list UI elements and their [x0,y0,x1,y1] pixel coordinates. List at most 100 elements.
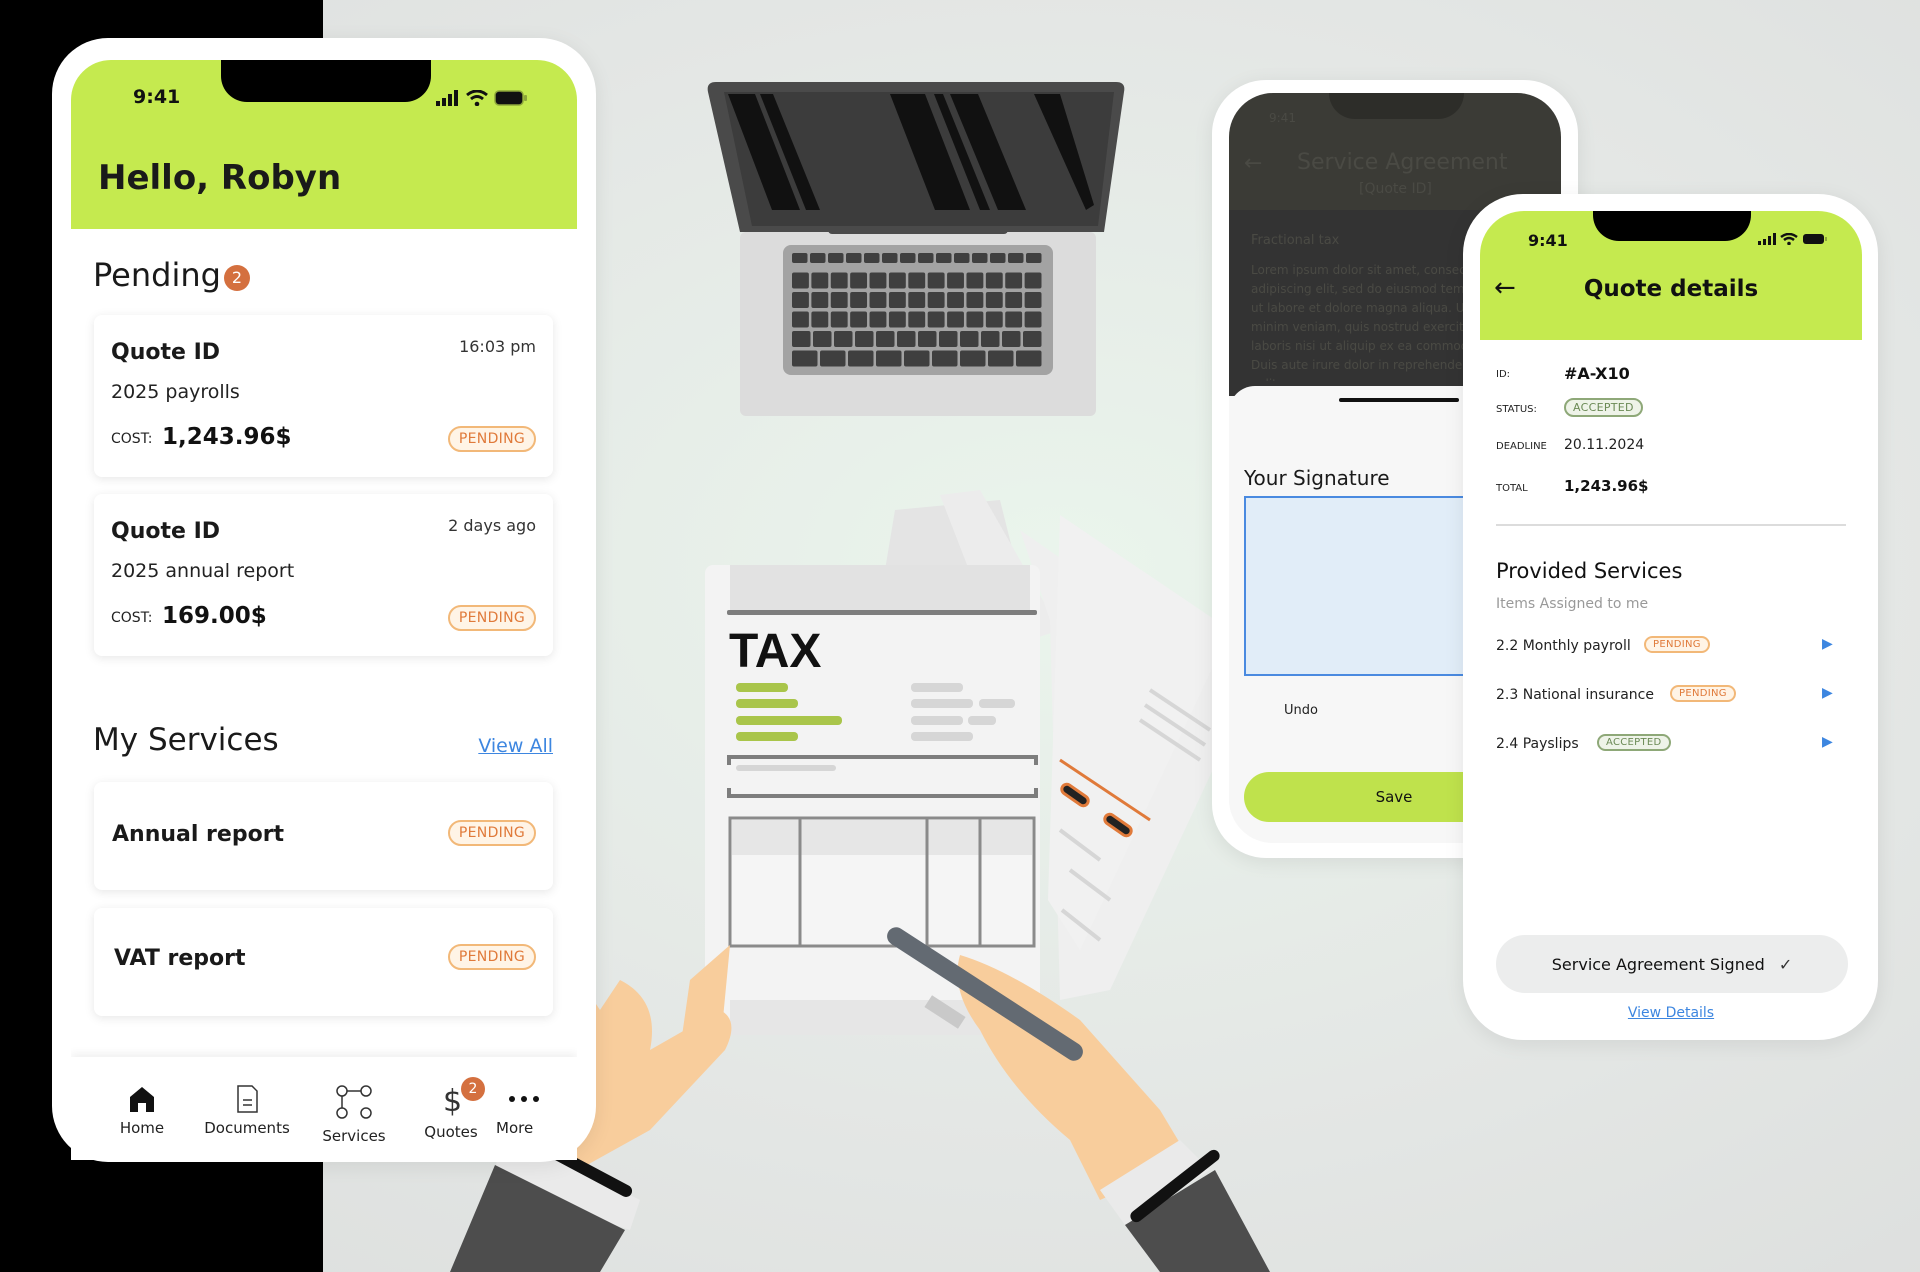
quote-title: Quote ID [111,340,221,365]
laptop-key [985,272,1003,289]
signed-button-label: Service Agreement Signed [1551,954,1765,974]
service-row-name: 2.3 National insurance [1496,687,1654,703]
services-icon [336,1085,372,1119]
sheet-handle[interactable] [1339,398,1459,402]
laptop-key [927,311,945,328]
laptop-key [908,292,926,308]
laptop-key [1002,331,1021,347]
my-services-title: My Services [93,722,279,758]
quote-card[interactable]: Quote ID 16:03 pm 2025 payrolls COST: 1,… [94,315,553,477]
laptop-key [830,311,848,328]
status-badge: PENDING [1644,636,1710,653]
laptop-key [830,292,848,308]
view-details-link[interactable]: View Details [1480,1005,1862,1021]
back-arrow-icon[interactable]: ← [1244,151,1262,176]
status-badge: PENDING [447,820,536,846]
laptop-key [985,292,1003,308]
laptop-key [960,350,986,367]
laptop-key [988,350,1014,367]
check-icon: ✓ [1778,954,1793,974]
laptop-key [1023,331,1042,347]
wifi-icon [1780,233,1798,245]
laptop-key [897,331,916,347]
laptop-key [846,253,862,263]
laptop-key [792,311,809,328]
status-badge: ACCEPTED [1597,734,1671,751]
service-row[interactable]: 2.4 Payslips ACCEPTED ▶ [1496,732,1846,762]
laptop-key [876,331,895,347]
nav-more[interactable]: More [496,1085,556,1137]
laptop-key [908,272,926,289]
laptop-key [792,350,818,367]
service-agreement-signed-button[interactable]: Service Agreement Signed ✓ [1496,935,1848,993]
quote-card[interactable]: Quote ID 2 days ago 2025 annual report C… [94,494,553,656]
undo-button[interactable]: Undo [1284,703,1318,718]
pending-title: Pending [93,256,221,294]
svg-text:$: $ [443,1085,462,1117]
laptop-key [1026,253,1042,263]
deadline-label: DEADLINE [1496,441,1547,452]
laptop-key [792,331,811,347]
home-screen: 9:41 Hello, Robyn Pending 2 Quote ID 16:… [71,60,577,1160]
greeting: Hello, Robyn [98,158,342,198]
quote-screen: 9:41 ← Quote details ID: #A-X10 STATUS: … [1480,211,1862,1021]
quote-description: 2025 annual report [111,560,295,582]
laptop-key [850,272,868,289]
provided-services-title: Provided Services [1496,559,1683,583]
bottom-nav: Home Documents Services $ Quotes 2 More [71,1057,577,1160]
quote-title: Quote ID [111,519,221,544]
id-label: ID: [1496,369,1511,380]
nav-services[interactable]: Services [304,1085,404,1145]
total-value: 1,243.96$ [1564,477,1649,495]
laptop-key [1024,272,1042,289]
status-badge: PENDING [447,944,536,970]
laptop-key [972,253,988,263]
laptop-key [850,311,868,328]
service-row-name: 2.4 Payslips [1496,736,1579,752]
service-card[interactable]: VAT report PENDING [94,908,553,1016]
quote-id-value: #A-X10 [1564,364,1630,383]
service-row[interactable]: 2.2 Monthly payroll PENDING ▶ [1496,634,1846,664]
laptop-key [908,311,926,328]
quote-details-title: Quote details [1583,276,1759,302]
nav-label: Quotes [424,1123,478,1141]
nav-label: Documents [204,1119,290,1137]
status-badge: PENDING [1670,685,1736,702]
nav-label: More [496,1119,534,1137]
chevron-right-icon: ▶ [1822,636,1833,652]
service-row[interactable]: 2.3 National insurance PENDING ▶ [1496,683,1846,713]
chevron-right-icon: ▶ [1822,734,1833,750]
status-time: 9:41 [133,86,181,108]
nav-quotes[interactable]: $ Quotes 2 [401,1077,501,1141]
pending-count-badge: 2 [224,265,250,291]
quote-cost: 169.00$ [162,603,267,629]
notch [221,60,431,102]
laptop-key [830,272,848,289]
signal-icon [436,90,458,106]
status-icons [1758,233,1828,245]
quote-description: 2025 payrolls [111,381,240,403]
nav-label: Home [119,1119,165,1137]
view-all-link[interactable]: View All [478,735,553,757]
status-badge: PENDING [447,605,536,631]
nav-home[interactable]: Home [92,1085,192,1137]
laptop-key [882,253,898,263]
status-time: 9:41 [1528,231,1568,250]
papers-illustration: TAX [705,490,1250,1035]
laptop-key [939,331,958,347]
laptop-key [869,311,887,328]
laptop-illustration [707,82,1125,416]
laptop-key [900,253,916,263]
status-badge: ACCEPTED [1564,398,1643,417]
phone-quote-details: 9:41 ← Quote details ID: #A-X10 STATUS: … [1463,194,1878,1040]
status-time: 9:41 [1269,111,1296,125]
laptop-key [855,331,874,347]
more-icon [509,1096,539,1102]
nav-documents[interactable]: Documents [197,1085,297,1137]
nav-label: Services [322,1127,386,1145]
service-card[interactable]: Annual report PENDING [94,782,553,890]
laptop-key [1005,311,1023,328]
quotes-badge: 2 [461,1077,485,1101]
laptop-key [927,272,945,289]
laptop-key [869,292,887,308]
